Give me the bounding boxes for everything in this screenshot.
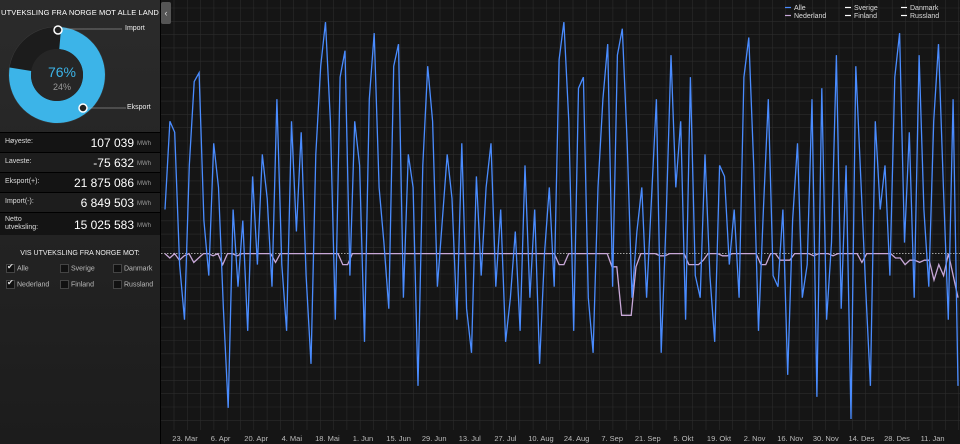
x-tick-label: 23. Mar (172, 434, 198, 443)
x-tick-label: 27. Jul (494, 434, 516, 443)
x-tick-label: 6. Apr (211, 434, 231, 443)
checkbox-box[interactable]: ✔ (6, 278, 15, 289)
stat-row-import: Import(-): 6 849 503 MWh (0, 192, 160, 212)
stat-row-lowest: Laveste: -75 632 MWh (0, 152, 160, 172)
line-chart: 23. Mar 6. Apr 20. Apr 4. Mai 18. Mai 1. Jun 1… (161, 0, 960, 444)
x-tick-label: 1. Jun (353, 434, 373, 443)
import-marker-icon (53, 25, 63, 35)
checkbox-label: Danmark (124, 265, 153, 273)
legend-item-sverige[interactable]: Sverige (854, 5, 878, 12)
x-tick-label: 18. Mai (315, 434, 340, 443)
checkbox-danmark[interactable]: Danmark (113, 264, 152, 273)
export-percent: 76% (48, 64, 76, 80)
legend-item-russland[interactable]: Russland (910, 13, 939, 20)
stat-row-highest: Høyeste: 107 039 MWh (0, 132, 160, 152)
checkbox-sverige[interactable]: Sverige (60, 264, 95, 273)
stat-label: Import(-): (5, 198, 34, 205)
stat-unit: MWh (137, 181, 151, 187)
x-tick-label: 30. Nov (813, 434, 839, 443)
x-tick-label: 2. Nov (744, 434, 766, 443)
legend-item-danmark[interactable]: Danmark (910, 5, 939, 12)
stat-unit: MWh (137, 201, 151, 207)
checkbox-box[interactable] (113, 264, 122, 273)
x-tick-label: 20. Apr (244, 434, 268, 443)
checkbox-label: Russland (124, 281, 154, 289)
chevron-left-icon: ‹ (164, 8, 168, 18)
x-tick-label: 21. Sep (635, 434, 661, 443)
checkbox-label: Finland (71, 281, 94, 289)
stat-label: Laveste: (5, 158, 32, 165)
x-tick-label: 7. Sep (601, 434, 623, 443)
x-tick-label: 4. Mai (282, 434, 303, 443)
x-tick-label: 5. Okt (673, 434, 694, 443)
sidebar: UTVEKSLING FRA NORGE MOT ALLE LAND 76% 2… (0, 0, 161, 444)
export-label: Eksport (127, 104, 151, 111)
x-tick-label: 10. Aug (528, 434, 553, 443)
import-label: Import (125, 25, 145, 32)
checkbox-box[interactable] (60, 280, 69, 289)
stat-label: Høyeste: (5, 138, 34, 145)
x-tick-label: 14. Des (848, 434, 874, 443)
collapse-sidebar-button[interactable]: ‹ (161, 2, 171, 24)
stat-value: 6 849 503 (80, 196, 134, 210)
checkbox-box[interactable] (60, 264, 69, 273)
checkbox-label: Sverige (71, 265, 95, 273)
x-tick-label: 16. Nov (777, 434, 803, 443)
export-marker-icon (78, 103, 88, 113)
stat-value: 21 875 086 (73, 176, 134, 190)
check-icon: ✔ (7, 278, 14, 287)
donut-chart: 76% 24% (8, 25, 126, 124)
checkbox-russland[interactable]: Russland (113, 280, 153, 289)
stat-label: Netto utveksling: (5, 216, 39, 231)
stat-unit: MWh (137, 223, 151, 229)
checkbox-box[interactable] (113, 280, 122, 289)
x-tick-label: 28. Des (884, 434, 910, 443)
checkbox-finland[interactable]: Finland (60, 280, 94, 289)
filter-title: VIS UTVEKSLING FRA NORGE MOT: (20, 250, 140, 257)
app-root: UTVEKSLING FRA NORGE MOT ALLE LAND 76% 2… (0, 0, 960, 444)
checkbox-nederland[interactable]: ✔ Nederland (6, 278, 50, 289)
stat-unit: MWh (137, 161, 151, 167)
x-tick-label: 13. Jul (459, 434, 481, 443)
x-tick-label: 29. Jun (422, 434, 447, 443)
checkbox-label: Alle (17, 265, 29, 273)
legend-item-finland[interactable]: Finland (854, 13, 877, 20)
stat-row-net: Netto utveksling: 15 025 583 MWh (0, 212, 160, 235)
import-percent: 24% (53, 82, 71, 92)
check-icon: ✔ (7, 262, 14, 271)
x-tick-label: 11. Jan (921, 434, 945, 443)
x-tick-label: 24. Aug (564, 434, 589, 443)
stat-row-export: Eksport(+): 21 875 086 MWh (0, 172, 160, 192)
x-tick-label: 15. Jun (386, 434, 411, 443)
legend-item-nederland[interactable]: Nederland (794, 13, 826, 20)
stat-value: -75 632 (93, 156, 134, 170)
sidebar-title: UTVEKSLING FRA NORGE MOT ALLE LAND (1, 8, 159, 17)
legend-item-alle[interactable]: Alle (794, 5, 806, 12)
stats-table: Høyeste: 107 039 MWh Laveste: -75 632 MW… (0, 132, 160, 235)
stat-value: 15 025 583 (73, 218, 134, 232)
checkbox-alle[interactable]: ✔ Alle (6, 262, 29, 273)
checkbox-box[interactable]: ✔ (6, 262, 15, 273)
stat-value: 107 039 (90, 136, 134, 150)
x-tick-label: 19. Okt (707, 434, 732, 443)
stat-unit: MWh (137, 141, 151, 147)
stat-label: Eksport(+): (5, 178, 40, 185)
checkbox-label: Nederland (17, 281, 50, 289)
